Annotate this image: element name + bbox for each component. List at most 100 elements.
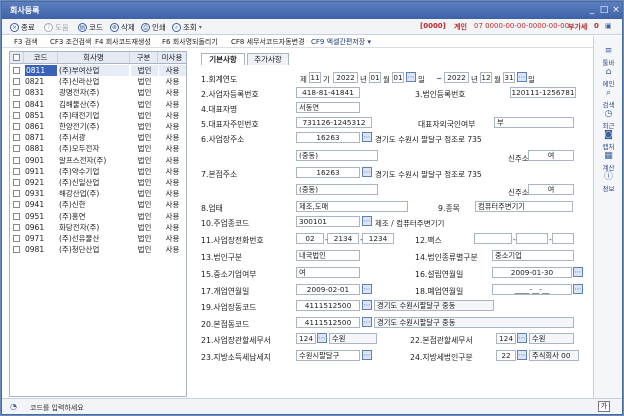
phone-prefix-input[interactable]: 2134 <box>327 233 359 244</box>
print-button[interactable]: ⎙ 인쇄 <box>141 21 166 33</box>
header-unused[interactable]: 미사용 <box>158 52 186 64</box>
head-address-detail[interactable]: (중동) <box>296 184 378 195</box>
close-icon[interactable]: × <box>610 4 622 16</box>
business-tax-office-search-icon[interactable]: ⋯ <box>317 333 327 343</box>
code-button[interactable]: ▤ 코드 <box>78 21 103 33</box>
sidebar-item-2[interactable]: ⌕ 검색 <box>594 88 623 109</box>
search-button[interactable]: ⌕ 조회 ▾ <box>172 21 202 33</box>
corp-type-input[interactable]: 내국법인 <box>296 250 360 261</box>
tab-additional[interactable]: 추가사항 <box>247 53 289 65</box>
row-checkbox[interactable] <box>13 201 20 209</box>
business-new-address-input[interactable]: 여 <box>528 150 574 161</box>
row-checkbox[interactable] <box>13 190 20 198</box>
fy-start-month[interactable]: 01 <box>369 72 381 83</box>
list-item[interactable]: 0881 (주)모두전자 법인 사용 <box>10 143 186 154</box>
row-checkbox[interactable] <box>13 89 20 97</box>
fax-prefix-input[interactable] <box>516 233 548 244</box>
fkey-excel-save[interactable]: CF9 엑셀간편저장 ▾ <box>311 37 371 47</box>
fy-start-calendar-icon[interactable]: ⋯ <box>406 72 416 82</box>
local-corp-type-name[interactable]: 주식회사 00 <box>529 350 579 361</box>
fax-area-input[interactable] <box>474 233 512 244</box>
business-dong-input[interactable]: 4111512500 <box>296 300 360 311</box>
close-button[interactable]: ⨯ 종료 <box>10 21 35 33</box>
sidebar-item-5[interactable]: ▦ 계산 <box>594 151 623 172</box>
head-tax-office-code[interactable]: 124 <box>496 333 516 344</box>
sidebar-item-4[interactable]: ◙ 캡처 <box>594 130 623 151</box>
corp-kind-input[interactable]: 중소기업 <box>492 250 574 261</box>
row-checkbox[interactable] <box>13 111 20 119</box>
row-checkbox[interactable] <box>13 78 20 86</box>
opened-date-input[interactable]: 2009-02-01 <box>296 284 360 295</box>
founded-calendar-icon[interactable]: ⋯ <box>573 267 583 277</box>
item-input[interactable]: 컴퓨터주변기기 <box>475 201 573 212</box>
row-checkbox[interactable] <box>13 67 20 74</box>
header-code[interactable]: 코드 <box>24 52 58 64</box>
head-dong-desc[interactable]: 경기도 수원시팔달구 중동 <box>374 317 574 328</box>
row-checkbox[interactable] <box>13 246 20 254</box>
fy-end-year[interactable]: 2022 <box>444 72 469 83</box>
industry-code-search-icon[interactable]: ⋯ <box>362 216 372 226</box>
head-dong-search-icon[interactable]: ⋯ <box>362 317 372 327</box>
fy-term-input[interactable]: 11 <box>309 72 321 83</box>
business-no-input[interactable]: 418-81-41841 <box>296 87 360 98</box>
local-corp-type-code[interactable]: 22 <box>496 350 516 361</box>
corp-reg-no-input[interactable]: 120111-1256781 <box>510 87 576 98</box>
row-checkbox[interactable] <box>13 179 20 186</box>
select-all-checkbox[interactable] <box>10 52 24 64</box>
delete-button[interactable]: ⊗ 삭제 <box>110 21 135 33</box>
header-kind[interactable]: 구분 <box>130 52 158 64</box>
list-item[interactable]: 0831 광명전자(주) 법인 사용 <box>10 87 186 98</box>
sidebar-item-3[interactable]: ◷ 최근 <box>594 109 623 130</box>
row-checkbox[interactable] <box>13 123 20 130</box>
maximize-icon[interactable]: □ <box>598 4 610 16</box>
fy-end-calendar-icon[interactable]: ⋯ <box>517 72 527 82</box>
row-checkbox[interactable] <box>13 134 20 142</box>
fy-start-year[interactable]: 2022 <box>333 72 358 83</box>
list-item[interactable]: 0931 해강산업(주) 법인 사용 <box>10 188 186 199</box>
head-address-search-icon[interactable]: ⋯ <box>362 167 372 177</box>
sidebar-item-1[interactable]: ⌂ 메인 <box>594 67 623 88</box>
head-tax-office-name[interactable]: 수원 <box>529 333 574 344</box>
ceo-id-input[interactable]: 731126-1245312 <box>296 117 372 128</box>
phone-number-input[interactable]: 1234 <box>362 233 394 244</box>
fkey-regenerate-code[interactable]: F4 회사코드재생성 <box>95 37 151 47</box>
row-checkbox[interactable] <box>13 212 20 220</box>
help-button[interactable]: ? 도움 <box>44 21 69 33</box>
opened-calendar-icon[interactable]: ⋯ <box>362 284 372 294</box>
local-corp-type-search-icon[interactable]: ⋯ <box>517 350 527 360</box>
list-item[interactable]: 0961 화당전자(주) 법인 사용 <box>10 222 186 233</box>
list-item[interactable]: 0941 (주)신한 법인 사용 <box>10 199 186 210</box>
list-item[interactable]: 0871 (주)서광 법인 사용 <box>10 132 186 143</box>
closed-calendar-icon[interactable]: ⋯ <box>573 284 583 294</box>
business-tax-office-name[interactable]: 수원 <box>329 333 377 344</box>
fkey-condition-search[interactable]: CF3 조건검색 <box>50 37 91 47</box>
fy-end-day[interactable]: 31 <box>503 72 515 83</box>
head-zip-input[interactable]: 16263 <box>296 167 360 178</box>
fax-number-input[interactable] <box>552 233 574 244</box>
local-tax-place-search-icon[interactable]: ⋯ <box>362 350 372 360</box>
business-address-detail[interactable]: (중동) <box>296 150 378 161</box>
foreign-ceo-input[interactable]: 부 <box>494 117 574 128</box>
fy-end-month[interactable]: 12 <box>480 72 492 83</box>
head-new-address-input[interactable]: 여 <box>528 184 574 195</box>
list-item[interactable]: 0821 (주)신라산업 법인 사용 <box>10 76 186 87</box>
founded-date-input[interactable]: 2009-01-30 <box>492 267 572 278</box>
phone-area-input[interactable]: 02 <box>296 233 324 244</box>
business-zip-input[interactable]: 16263 <box>296 132 360 143</box>
sme-input[interactable]: 여 <box>296 267 360 278</box>
header-name[interactable]: 회사명 <box>58 52 130 64</box>
list-item[interactable]: 0921 (주)신일산업 법인 사용 <box>10 177 186 188</box>
list-item[interactable]: 0951 (주)홍연 법인 사용 <box>10 211 186 222</box>
local-tax-place-input[interactable]: 수원시팔달구 <box>296 350 360 361</box>
fkey-revert-name[interactable]: F6 회사명되돌리기 <box>162 37 218 47</box>
row-checkbox[interactable] <box>13 167 20 175</box>
sidebar-item-6[interactable]: ⓘ 정보 <box>594 172 623 193</box>
list-item[interactable]: 0901 알프스전자(주) 법인 사용 <box>10 155 186 166</box>
business-address-search-icon[interactable]: ⋯ <box>362 132 372 142</box>
row-checkbox[interactable] <box>13 156 20 164</box>
business-dong-search-icon[interactable]: ⋯ <box>362 300 372 310</box>
business-tax-office-code[interactable]: 124 <box>296 333 316 344</box>
minimize-icon[interactable]: _ <box>586 4 598 16</box>
fkey-tax-office-change[interactable]: CF8 세무서코드자동변경 <box>231 37 305 47</box>
row-checkbox[interactable] <box>13 235 20 242</box>
